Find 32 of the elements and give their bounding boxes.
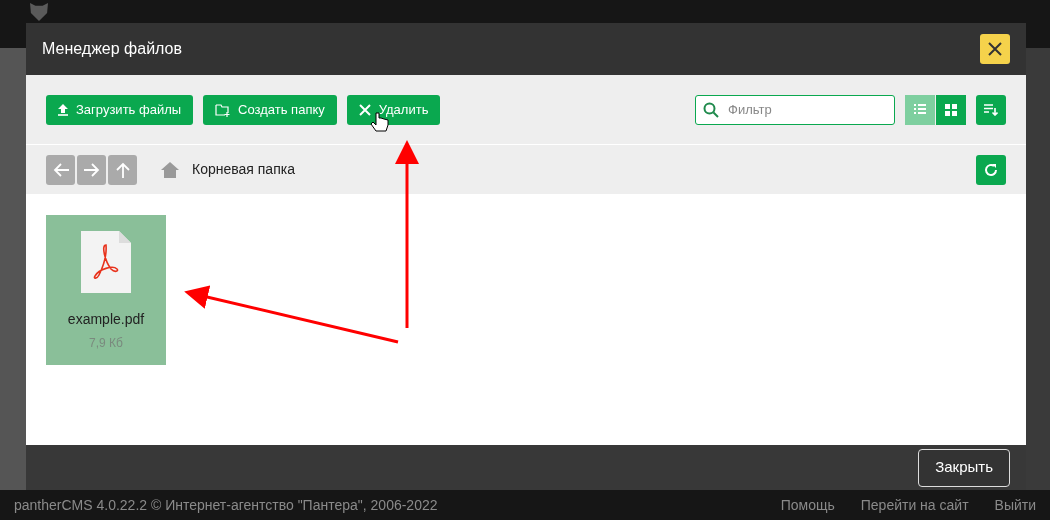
upload-button[interactable]: Загрузить файлы — [46, 94, 194, 125]
list-view-icon — [914, 103, 926, 116]
folder-button[interactable]: Создать папку — [203, 94, 337, 125]
arrow-left-icon — [52, 161, 69, 178]
copyright-text: pantherCMS 4.0.22.2 © Интернет-агентство "Пантера", 2006-2022 — [14, 495, 438, 515]
arrow-up-icon — [114, 161, 131, 178]
footer-link[interactable]: Помощь — [780, 494, 835, 516]
grid-view-button[interactable] — [936, 94, 966, 125]
grid-view-icon — [945, 103, 957, 116]
search-icon — [703, 101, 719, 118]
delete-button[interactable]: Удалить — [346, 94, 441, 125]
sort-icon — [984, 103, 998, 116]
sort-button[interactable] — [976, 94, 1006, 125]
close-button[interactable] — [980, 34, 1010, 64]
refresh-button[interactable] — [976, 154, 1006, 185]
upload-icon — [58, 103, 68, 116]
home-icon — [161, 161, 179, 178]
footer-link[interactable]: Выйти — [994, 494, 1036, 516]
refresh-icon — [984, 162, 998, 177]
logo-icon — [30, 3, 48, 21]
delete-icon — [358, 103, 371, 116]
pdf-file-icon — [81, 231, 131, 293]
file-name: example.pdf — [67, 310, 145, 329]
folder-add-icon — [215, 102, 231, 117]
breadcrumb-link[interactable]: Корневая папка — [192, 159, 295, 180]
close-icon — [988, 42, 1002, 56]
footer-link[interactable]: Перейти на сайт — [860, 494, 969, 516]
dialog-title: Менеджер файлов — [42, 39, 182, 59]
close-button[interactable]: Закрыть — [918, 448, 1010, 487]
filter-field[interactable]: Фильтр — [695, 94, 895, 125]
list-view-button[interactable] — [905, 94, 935, 125]
arrow-right-icon — [83, 161, 100, 178]
